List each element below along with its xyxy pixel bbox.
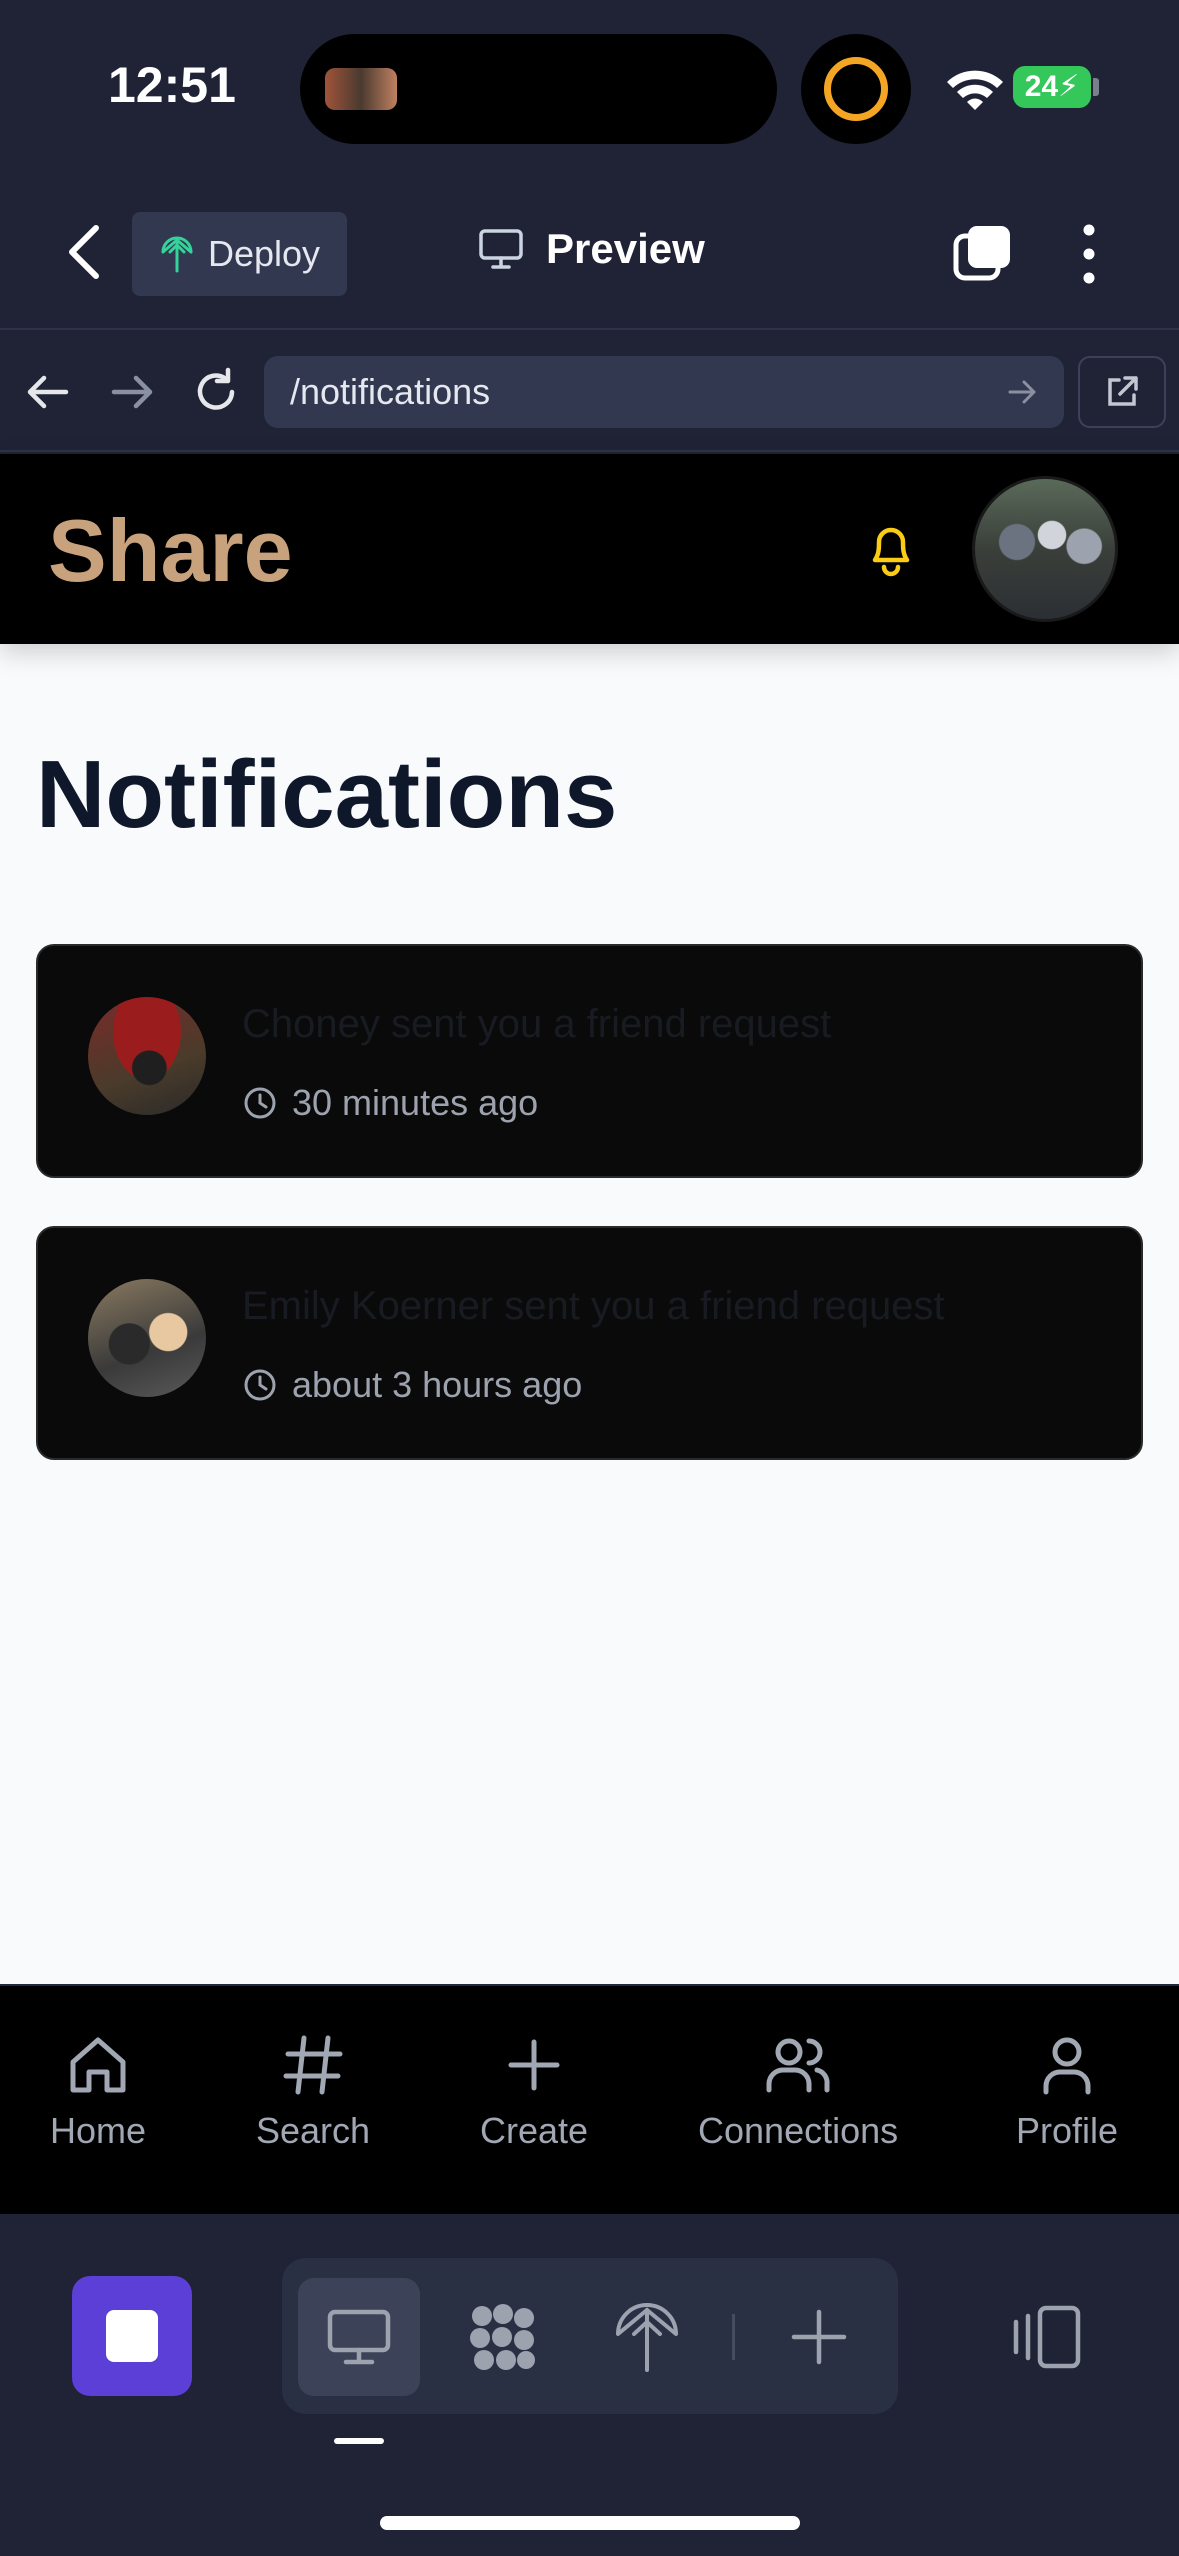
home-indicator[interactable] [380, 2516, 800, 2530]
nav-item-home[interactable]: Home [50, 2030, 146, 2152]
web-page [0, 454, 1179, 1984]
timer-ring-icon [824, 57, 888, 121]
home-icon [70, 2037, 126, 2093]
nav-item-search[interactable]: Search [256, 2030, 370, 2152]
monitor-icon [479, 229, 523, 269]
site-bottom-nav [0, 1984, 1179, 2214]
nav-item-profile[interactable]: Profile [1016, 2030, 1118, 2152]
deploy-button[interactable]: Deploy [132, 212, 347, 296]
grid-blob-icon[interactable] [466, 2300, 540, 2374]
plus-icon[interactable] [782, 2300, 856, 2374]
clock-icon [244, 1369, 276, 1401]
active-tab-indicator [334, 2438, 384, 2444]
notification-avatar[interactable] [88, 997, 206, 1115]
url-text: /notifications [290, 371, 491, 412]
wifi-icon [947, 70, 1003, 110]
preview-tab[interactable]: Preview [478, 225, 705, 273]
notification-message: Emily Koerner sent you a friend request [242, 1284, 945, 1328]
deploy-icon [161, 236, 193, 273]
notification-time: 30 minutes ago [242, 1082, 538, 1124]
nav-item-create[interactable]: Create [480, 2030, 588, 2152]
external-link-icon [1108, 376, 1138, 406]
plus-icon [508, 2039, 560, 2091]
deploy-icon[interactable] [610, 2300, 684, 2374]
reload-icon[interactable] [188, 364, 244, 420]
site-logo[interactable]: Share [48, 500, 293, 602]
users-icon [766, 2038, 830, 2093]
battery-nub [1093, 78, 1099, 96]
back-arrow-icon[interactable] [20, 364, 76, 420]
nav-item-connections[interactable]: Connections [698, 2030, 898, 2152]
hash-icon [283, 2035, 343, 2095]
live-activity-thumbnail [325, 68, 397, 110]
notification-time: about 3 hours ago [242, 1364, 582, 1406]
switcher-divider [732, 2314, 735, 2360]
side-panel-icon[interactable] [1010, 2302, 1084, 2372]
open-external-button[interactable] [1078, 356, 1166, 428]
deploy-label: Deploy [208, 233, 321, 274]
page-title: Notifications [36, 741, 618, 848]
bell-icon[interactable] [862, 516, 920, 578]
stop-button[interactable] [72, 2276, 192, 2396]
more-options-icon[interactable] [1072, 222, 1106, 286]
notification-message: Choney sent you a friend request [242, 1002, 832, 1046]
notification-avatar[interactable] [88, 1279, 206, 1397]
battery-indicator: 24⚡ [1013, 66, 1091, 108]
status-time: 12:51 [108, 57, 236, 113]
monitor-icon[interactable] [322, 2300, 396, 2374]
url-field[interactable]: /notifications [264, 356, 1064, 428]
user-icon [1043, 2037, 1091, 2095]
preview-label: Preview [546, 225, 705, 272]
back-chevron-icon[interactable] [62, 222, 106, 282]
go-arrow-icon[interactable] [1006, 376, 1038, 408]
tabs-icon[interactable] [952, 222, 1014, 284]
user-avatar[interactable] [972, 476, 1118, 622]
forward-arrow-icon[interactable] [104, 364, 160, 420]
clock-icon [244, 1087, 276, 1119]
stop-icon [106, 2310, 158, 2362]
